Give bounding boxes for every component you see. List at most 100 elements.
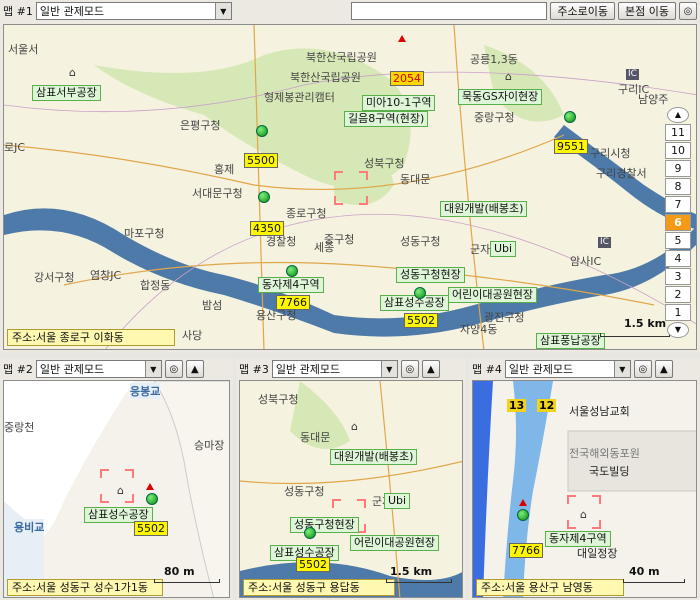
arrow-up-icon[interactable]: ▲ — [421, 360, 440, 378]
building-icon: ⌂ — [117, 484, 124, 497]
vehicle-marker-icon[interactable] — [414, 287, 426, 299]
site-tag[interactable]: 성동구청현장 — [290, 517, 359, 533]
gear-icon[interactable]: ◎ — [679, 2, 697, 20]
map3-scale-bar — [386, 579, 452, 583]
place-label: 국도빌딩 — [589, 465, 630, 478]
map1-address-input[interactable] — [351, 2, 548, 20]
zoom-level[interactable]: 10 — [665, 142, 691, 159]
map2-toolbar: 맵 #2 일반 관제모드 ▼ ◎ ▲ — [0, 358, 233, 380]
site-tag[interactable]: 묵동GS자이현장 — [458, 89, 543, 105]
place-label: 광진구청 — [484, 311, 525, 324]
place-label: 마포구청 — [124, 227, 165, 240]
vehicle-number[interactable]: 5502 — [296, 557, 330, 572]
vehicle-number[interactable]: 7766 — [276, 295, 310, 310]
vehicle-number[interactable]: 5500 — [244, 153, 278, 168]
map4-address-bar: 주소:서울 용산구 남영동 — [476, 579, 624, 596]
place-label: 북한산국립공원 — [306, 51, 377, 64]
zoom-level[interactable]: 11 — [665, 124, 691, 141]
site-tag[interactable]: 어린이대공원현장 — [350, 535, 439, 551]
site-tag[interactable]: 대원개발(배봉초) — [440, 201, 528, 217]
chevron-down-icon: ▼ — [214, 3, 231, 19]
zoom-level-selected[interactable]: 6 — [665, 214, 691, 231]
map1-mode-select[interactable]: 일반 관제모드 ▼ — [35, 2, 232, 20]
vehicle-marker-icon[interactable] — [256, 125, 268, 137]
zoom-level[interactable]: 8 — [665, 178, 691, 195]
route-shield: 13 — [507, 399, 527, 412]
map1-zoom-control: ▲ 11 10 9 8 7 6 5 4 3 2 1 ▼ — [664, 107, 692, 338]
zoom-level[interactable]: 2 — [665, 286, 691, 303]
chevron-down-icon: ▼ — [144, 361, 161, 377]
place-label: 공릉1,3동 — [470, 53, 518, 66]
target-icon — [334, 171, 368, 205]
vehicle-marker-icon[interactable] — [517, 509, 529, 521]
building-icon: ⌂ — [505, 70, 512, 83]
vehicle-marker-icon[interactable] — [146, 493, 158, 505]
map1-canvas[interactable]: 서울서 북한산국립공원 북한산국립공원 형제봉관리캠터 공릉1,3동 은평구청 … — [3, 24, 697, 350]
map3-address-bar: 주소:서울 성동구 용답동 — [243, 579, 395, 596]
zoom-out-button[interactable]: ▼ — [667, 322, 689, 338]
map4-mode-select[interactable]: 일반 관제모드 ▼ — [504, 360, 631, 378]
site-tag[interactable]: 대원개발(배봉초) — [330, 449, 418, 465]
map4-mode-value: 일반 관제모드 — [508, 363, 574, 376]
map3-mode-select[interactable]: 일반 관제모드 ▼ — [271, 360, 398, 378]
zoom-level[interactable]: 4 — [665, 250, 691, 267]
map3-scale: 1.5 km — [390, 565, 433, 578]
map2-scale-bar — [154, 579, 220, 583]
vehicle-marker-icon[interactable] — [258, 191, 270, 203]
site-tag[interactable]: 미아10-1구역 — [362, 95, 436, 111]
map3-label: 맵 #3 — [239, 363, 269, 376]
site-tag[interactable]: 삼표성수공장 — [380, 295, 449, 311]
map4-canvas[interactable]: 13 12 서울성남교회 전국해외동포원 국도빌딩 대일정장 ⌂ 동자제4구역 … — [472, 380, 697, 598]
map2-canvas[interactable]: 응봉교 중랑천 승마장 용비교 ⌂ 삼표성수공장 5502 주소:서울 성동구 … — [3, 380, 230, 598]
site-tag[interactable]: 동자제4구역 — [258, 277, 324, 293]
map3-toolbar: 맵 #3 일반 관제모드 ▼ ◎ ▲ — [236, 358, 466, 380]
map3-canvas[interactable]: 성북구청 동대문 성동구청 군자 ⌂ 대원개발(배봉초) Ubi 성동구청현장 … — [239, 380, 463, 598]
address-move-button[interactable]: 주소로이동 — [550, 2, 616, 20]
vehicle-number[interactable]: 2054 — [390, 71, 424, 86]
site-tag[interactable]: 삼표풍납공장 — [536, 333, 605, 349]
place-label: 서울성남교회 — [569, 405, 630, 418]
map2-address-bar: 주소:서울 성동구 성수1가1동 — [7, 579, 163, 596]
place-label: 강서구청 — [34, 271, 75, 284]
place-label: 군자 — [470, 243, 491, 256]
zoom-level[interactable]: 7 — [665, 196, 691, 213]
arrow-up-icon[interactable]: ▲ — [654, 360, 673, 378]
place-label: 성북구청 — [258, 393, 299, 406]
vehicle-marker-icon[interactable] — [304, 527, 316, 539]
home-move-button[interactable]: 본점 이동 — [618, 2, 676, 20]
zoom-level[interactable]: 1 — [665, 304, 691, 321]
site-tag[interactable]: 삼표서부공장 — [32, 85, 101, 101]
map3-mode-value: 일반 관제모드 — [275, 363, 341, 376]
arrow-up-icon[interactable]: ▲ — [185, 360, 204, 378]
site-tag[interactable]: Ubi — [384, 493, 411, 509]
vehicle-number[interactable]: 5502 — [404, 313, 438, 328]
site-tag[interactable]: 동자제4구역 — [545, 531, 611, 547]
zoom-level[interactable]: 9 — [665, 160, 691, 177]
site-tag[interactable]: 길음8구역(현장) — [344, 111, 429, 127]
site-tag[interactable]: 성동구청현장 — [396, 267, 465, 283]
place-label: 사당 — [182, 329, 203, 342]
place-label: 합정동 — [140, 279, 171, 292]
place-label: 남양주 — [638, 93, 669, 106]
zoom-in-button[interactable]: ▲ — [667, 107, 689, 123]
map4-label: 맵 #4 — [472, 363, 502, 376]
vehicle-flag-icon — [146, 483, 154, 490]
vehicle-number[interactable]: 4350 — [250, 221, 284, 236]
map4-toolbar: 맵 #4 일반 관제모드 ▼ ◎ ▲ — [469, 358, 700, 380]
place-label: 홍제 — [214, 163, 235, 176]
map2-mode-select[interactable]: 일반 관제모드 ▼ — [35, 360, 162, 378]
site-tag[interactable]: Ubi — [490, 241, 517, 257]
target-icon[interactable]: ◎ — [633, 360, 652, 378]
target-icon[interactable]: ◎ — [400, 360, 419, 378]
zoom-level[interactable]: 3 — [665, 268, 691, 285]
vehicle-number[interactable]: 5502 — [134, 521, 168, 536]
site-tag[interactable]: 어린이대공원현장 — [448, 287, 537, 303]
vehicle-number[interactable]: 9551 — [554, 139, 588, 154]
zoom-level[interactable]: 5 — [665, 232, 691, 249]
target-icon[interactable]: ◎ — [164, 360, 183, 378]
vehicle-marker-icon[interactable] — [286, 265, 298, 277]
vehicle-flag-icon — [519, 499, 527, 506]
vehicle-marker-icon[interactable] — [564, 111, 576, 123]
vehicle-number[interactable]: 7766 — [509, 543, 543, 558]
place-label: 은평구청 — [180, 119, 221, 132]
